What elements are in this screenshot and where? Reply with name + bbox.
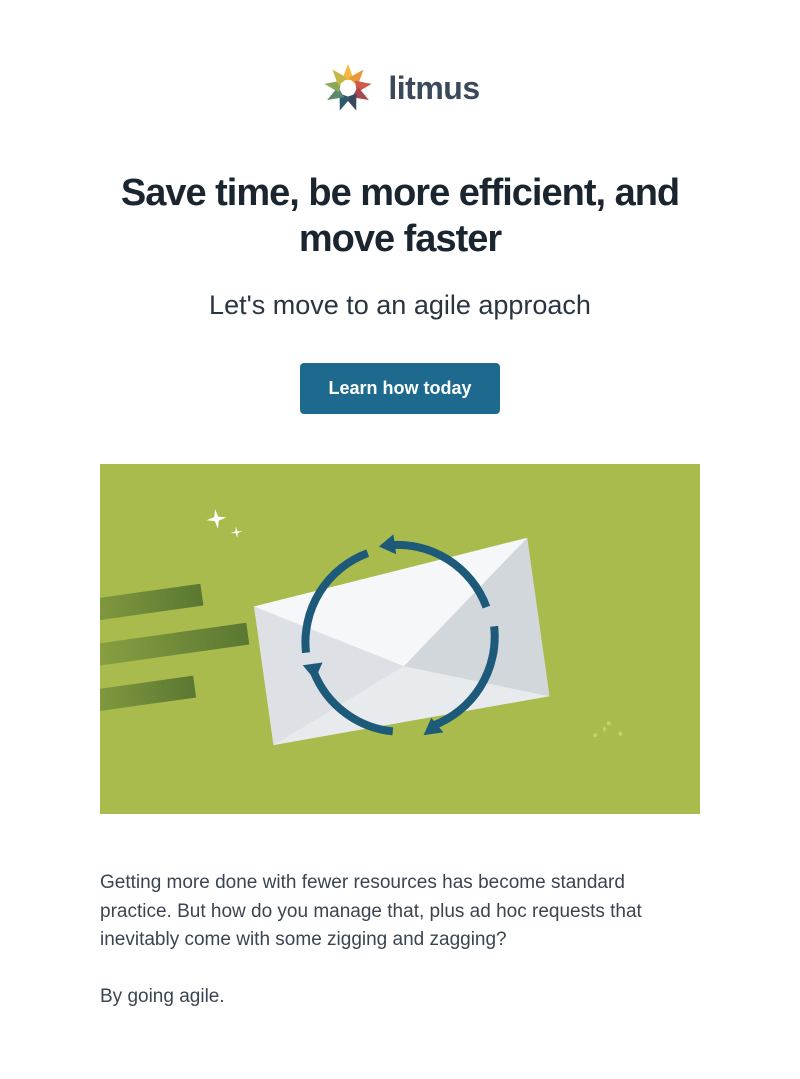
litmus-logo-icon bbox=[320, 60, 376, 116]
body-paragraph-2: By going agile. bbox=[100, 983, 700, 1012]
sparkles-icon bbox=[194, 497, 250, 553]
dots-icon bbox=[583, 710, 637, 747]
learn-how-button[interactable]: Learn how today bbox=[300, 363, 499, 414]
logo-text: litmus bbox=[388, 70, 479, 107]
page-headline: Save time, be more efficient, and move f… bbox=[100, 171, 700, 262]
hero-illustration bbox=[100, 464, 700, 814]
cta-wrapper: Learn how today bbox=[100, 363, 700, 414]
page-subheadline: Let's move to an agile approach bbox=[100, 290, 700, 321]
body-paragraph-1: Getting more done with fewer resources h… bbox=[100, 869, 700, 955]
circular-arrows-icon bbox=[264, 504, 535, 775]
logo-section: litmus bbox=[100, 60, 700, 116]
email-container: litmus Save time, be more efficient, and… bbox=[0, 0, 800, 1079]
